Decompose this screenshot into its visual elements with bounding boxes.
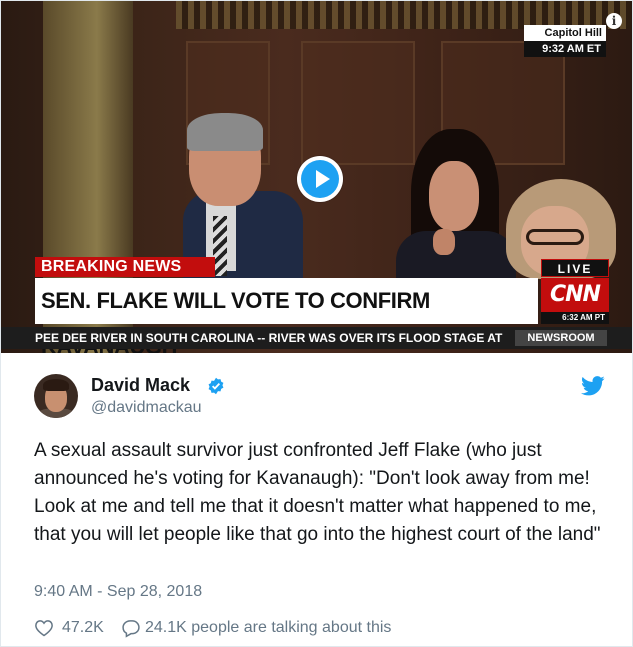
author-handle[interactable]: @davidmackau bbox=[91, 399, 202, 417]
talking-count[interactable]: 24.1K people are talking about this bbox=[145, 619, 391, 637]
person-man-hair bbox=[187, 113, 263, 151]
heart-icon[interactable] bbox=[34, 618, 54, 638]
live-label: LIVE bbox=[541, 259, 609, 277]
news-ticker: PEE DEE RIVER IN SOUTH CAROLINA -- RIVER… bbox=[1, 327, 632, 349]
play-button[interactable] bbox=[297, 156, 343, 202]
location-time: 9:32 AM ET bbox=[524, 41, 606, 57]
person-man-tie bbox=[213, 216, 227, 276]
person-woman-face bbox=[429, 161, 479, 231]
twitter-bird-icon[interactable] bbox=[581, 376, 605, 396]
tweet-timestamp[interactable]: 9:40 AM - Sep 28, 2018 bbox=[34, 583, 202, 601]
video-player[interactable]: i Capitol Hill 9:32 AM ET BREAKING NEWS … bbox=[1, 1, 632, 353]
comment-bubble-icon[interactable] bbox=[121, 618, 141, 638]
like-count[interactable]: 47.2K bbox=[62, 619, 104, 637]
play-icon bbox=[316, 170, 330, 188]
avatar[interactable] bbox=[34, 374, 78, 418]
chyron-headline: SEN. FLAKE WILL VOTE TO CONFIRM KAVANAUG… bbox=[35, 278, 538, 353]
person-woman-hand bbox=[433, 229, 455, 255]
person-woman2-glasses bbox=[526, 229, 584, 245]
location-name: Capitol Hill bbox=[544, 27, 602, 39]
verified-badge-icon bbox=[208, 377, 224, 395]
location-bug: Capitol Hill 9:32 AM ET bbox=[524, 25, 606, 57]
pacific-time: 6:32 AM PT bbox=[541, 312, 609, 324]
program-name: NEWSROOM bbox=[515, 330, 607, 346]
network-bug: LIVE CNN 6:32 AM PT bbox=[541, 259, 609, 325]
tweet-card: i Capitol Hill 9:32 AM ET BREAKING NEWS … bbox=[0, 0, 633, 647]
avatar-hair bbox=[43, 379, 69, 391]
tweet-text: A sexual assault survivor just confronte… bbox=[34, 440, 601, 545]
cnn-logo: CNN bbox=[541, 278, 609, 312]
breaking-news-label: BREAKING NEWS bbox=[35, 257, 215, 277]
author-name[interactable]: David Mack bbox=[91, 375, 190, 396]
play-button-circle bbox=[301, 160, 339, 198]
video-scene-panel bbox=[301, 41, 415, 165]
ticker-text: PEE DEE RIVER IN SOUTH CAROLINA -- RIVER… bbox=[35, 331, 503, 345]
info-icon[interactable]: i bbox=[606, 13, 622, 29]
